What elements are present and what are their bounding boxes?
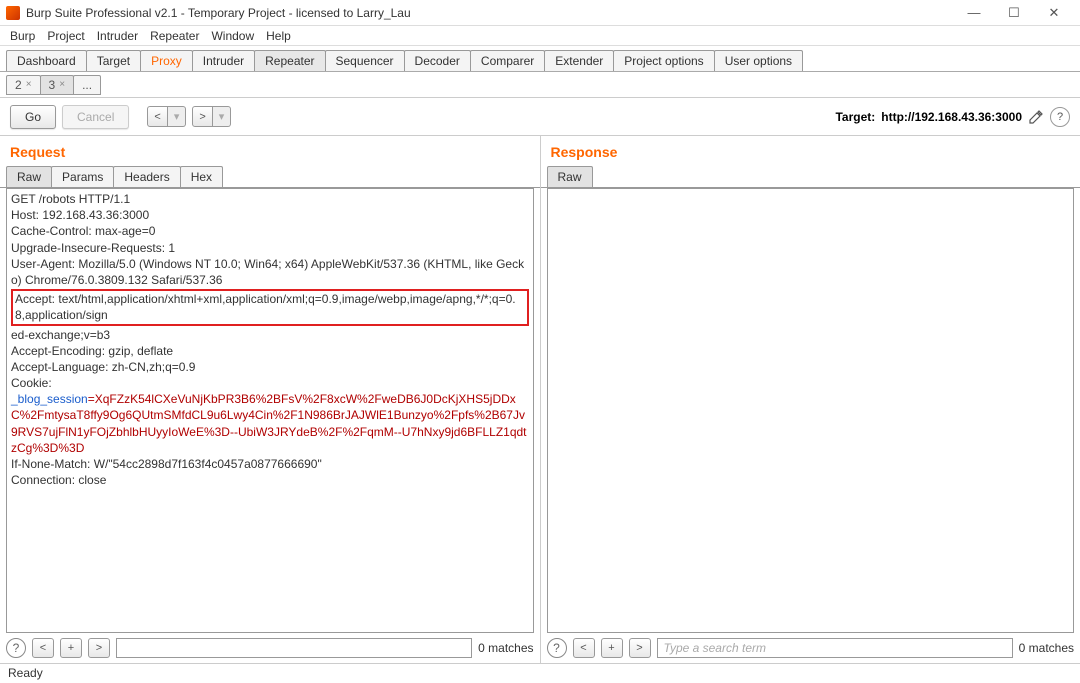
response-tab-raw[interactable]: Raw [547,166,593,187]
cookie-name: _blog_session [11,392,88,406]
menu-project[interactable]: Project [43,27,88,45]
request-matches: 0 matches [478,641,533,655]
action-bar: Go Cancel < ▾ > ▾ Target: http://192.168… [0,98,1080,136]
tab-sequencer[interactable]: Sequencer [325,50,405,71]
minimize-button[interactable]: — [954,2,994,24]
close-button[interactable]: ✕ [1034,2,1074,24]
panes: Request Raw Params Headers Hex GET /robo… [0,136,1080,663]
tab-user-options[interactable]: User options [714,50,803,71]
response-matches: 0 matches [1019,641,1074,655]
tab-project-options[interactable]: Project options [613,50,714,71]
main-tabs: Dashboard Target Proxy Intruder Repeater… [0,46,1080,72]
status-bar: Ready [0,663,1080,683]
history-forward-group: > ▾ [192,106,231,127]
go-button[interactable]: Go [10,105,56,129]
request-line: Cache-Control: max-age=0 [11,223,529,239]
request-tab-raw[interactable]: Raw [6,166,52,187]
tab-repeater[interactable]: Repeater [254,50,325,71]
search-add-button[interactable]: + [60,638,82,658]
response-title: Response [541,136,1080,166]
tab-dashboard[interactable]: Dashboard [6,50,87,71]
app-icon [6,6,20,20]
window-controls: — ☐ ✕ [954,2,1074,24]
close-icon[interactable]: × [59,79,65,90]
title-bar: Burp Suite Professional v2.1 - Temporary… [0,0,1080,26]
request-line: Accept-Language: zh-CN,zh;q=0.9 [11,359,529,375]
request-line: Accept: text/html,application/xhtml+xml,… [15,291,525,323]
tab-target[interactable]: Target [86,50,141,71]
request-line: Connection: close [11,472,529,488]
repeater-sub-tabs: 2× 3× ... [0,72,1080,98]
history-back-button[interactable]: < [147,106,167,127]
target-label: Target: [835,110,875,124]
window-title: Burp Suite Professional v2.1 - Temporary… [26,6,954,20]
request-line: Cookie: [11,375,529,391]
help-icon[interactable]: ? [6,638,26,658]
repeater-tab-2-label: 2 [15,78,22,92]
close-icon[interactable]: × [26,79,32,90]
target-value: http://192.168.43.36:3000 [881,110,1022,124]
request-search-input[interactable] [116,638,472,658]
help-icon[interactable]: ? [547,638,567,658]
request-line: User-Agent: Mozilla/5.0 (Windows NT 10.0… [11,256,529,288]
pencil-icon[interactable] [1028,109,1044,125]
request-search-row: ? < + > 0 matches [0,633,540,663]
cancel-button: Cancel [62,105,129,129]
request-line: Upgrade-Insecure-Requests: 1 [11,240,529,256]
tab-comparer[interactable]: Comparer [470,50,545,71]
history-forward-dropdown[interactable]: ▾ [213,106,232,127]
request-tab-headers[interactable]: Headers [113,166,180,187]
response-msg-tabs: Raw [541,166,1080,188]
search-next-button[interactable]: > [629,638,651,658]
request-pane: Request Raw Params Headers Hex GET /robo… [0,136,541,663]
help-icon[interactable]: ? [1050,107,1070,127]
request-title: Request [0,136,540,166]
request-msg-tabs: Raw Params Headers Hex [0,166,540,188]
response-search-input[interactable] [657,638,1013,658]
menu-window[interactable]: Window [207,27,258,45]
tab-proxy[interactable]: Proxy [140,50,193,71]
request-line: GET /robots HTTP/1.1 [11,191,529,207]
tab-intruder[interactable]: Intruder [192,50,255,71]
history-back-dropdown[interactable]: ▾ [168,106,187,127]
request-tab-hex[interactable]: Hex [180,166,223,187]
search-add-button[interactable]: + [601,638,623,658]
accept-header-highlight: Accept: text/html,application/xhtml+xml,… [11,289,529,325]
history-forward-button[interactable]: > [192,106,212,127]
request-line: ed-exchange;v=b3 [11,327,529,343]
search-prev-button[interactable]: < [573,638,595,658]
menu-intruder[interactable]: Intruder [93,27,142,45]
search-prev-button[interactable]: < [32,638,54,658]
cookie-value: =XqFZzK54lCXeVuNjKbPR3B6%2BFsV%2F8xcW%2F… [11,392,527,455]
menu-bar: Burp Project Intruder Repeater Window He… [0,26,1080,46]
tab-decoder[interactable]: Decoder [404,50,471,71]
request-cookie-line: _blog_session=XqFZzK54lCXeVuNjKbPR3B6%2B… [11,391,529,456]
menu-burp[interactable]: Burp [6,27,39,45]
response-pane: Response Raw ? < + > 0 matches [541,136,1080,663]
repeater-tab-3-label: 3 [49,78,56,92]
response-editor[interactable] [547,188,1075,633]
repeater-tab-new[interactable]: ... [73,75,101,95]
request-editor[interactable]: GET /robots HTTP/1.1 Host: 192.168.43.36… [6,188,534,633]
history-back-group: < ▾ [147,106,186,127]
search-next-button[interactable]: > [88,638,110,658]
menu-repeater[interactable]: Repeater [146,27,203,45]
tab-extender[interactable]: Extender [544,50,614,71]
maximize-button[interactable]: ☐ [994,2,1034,24]
request-line: Host: 192.168.43.36:3000 [11,207,529,223]
request-tab-params[interactable]: Params [51,166,114,187]
repeater-tab-2[interactable]: 2× [6,75,41,95]
repeater-tab-3[interactable]: 3× [40,75,75,95]
response-search-row: ? < + > 0 matches [541,633,1080,663]
request-line: If-None-Match: W/"54cc2898d7f163f4c0457a… [11,456,529,472]
menu-help[interactable]: Help [262,27,295,45]
request-line: Accept-Encoding: gzip, deflate [11,343,529,359]
